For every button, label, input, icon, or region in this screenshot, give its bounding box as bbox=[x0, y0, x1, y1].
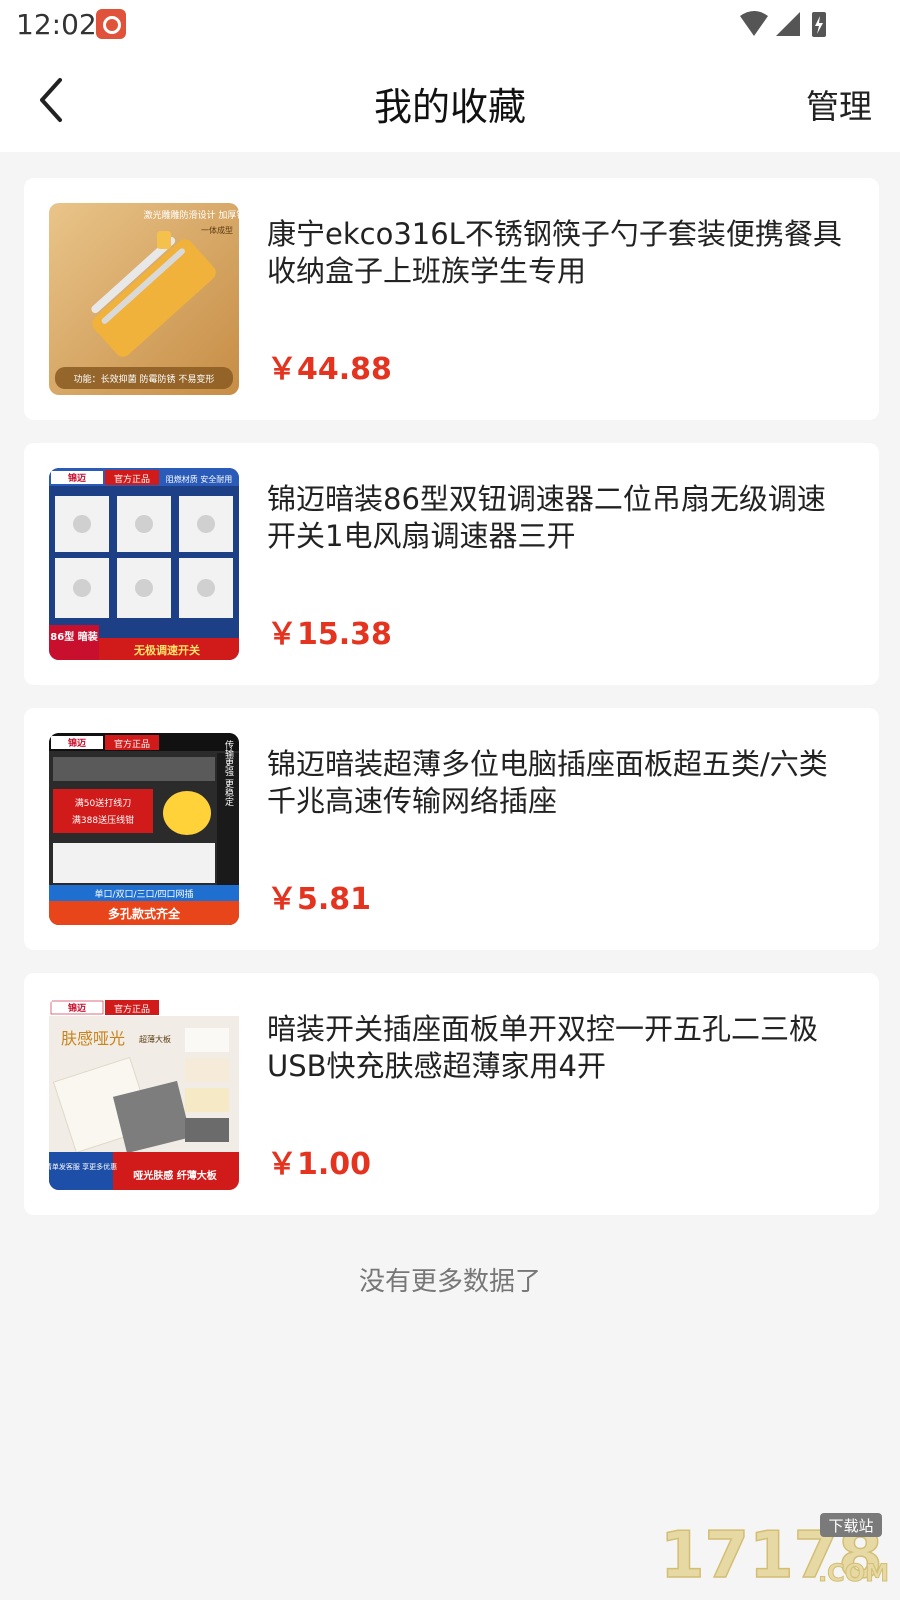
image-caption: 肤感哑光 bbox=[61, 1029, 125, 1048]
product-price: ￥44.88 bbox=[267, 352, 392, 387]
product-price: ￥15.38 bbox=[267, 617, 392, 652]
image-caption: 官方正品 bbox=[114, 473, 150, 485]
product-price: ￥5.81 bbox=[267, 882, 372, 917]
image-caption: 无极调速开关 bbox=[133, 643, 200, 657]
status-bar: 12:02 bbox=[0, 0, 900, 50]
signal-icon bbox=[776, 12, 800, 36]
product-title[interactable]: 康宁ekco316L不锈钢筷子勺子套装便携餐具收纳盒子上班族学生专用 bbox=[267, 216, 847, 290]
product-image[interactable]: 锦迈 官方正品 肤感哑光 超薄大板 清单发客服 享更多优惠 哑光肤感 纤薄大板 bbox=[49, 998, 239, 1190]
favorite-item[interactable]: 锦迈 官方正品 满50送打线刀 满388送压线钳 传输更强 更稳定 单口/双口/… bbox=[24, 708, 879, 950]
favorite-item[interactable]: 锦迈 官方正品 阻燃材质 安全耐用 86型 暗装 无极调速开关 锦迈暗装86型双… bbox=[24, 443, 879, 685]
brand-logo: 锦迈 bbox=[68, 737, 86, 749]
image-caption: 传输更强 更稳定 bbox=[223, 739, 234, 807]
image-caption: 一体成型 bbox=[201, 225, 233, 235]
promo-text: 满50送打线刀 bbox=[75, 797, 131, 809]
brand-logo: 锦迈 bbox=[68, 472, 86, 484]
image-caption: 单口/双口/三口/四口网插 bbox=[94, 888, 193, 900]
brand-logo: 锦迈 bbox=[68, 1002, 86, 1014]
product-title[interactable]: 锦迈暗装超薄多位电脑插座面板超五类/六类千兆高速传输网络插座 bbox=[267, 746, 847, 820]
image-caption: 官方正品 bbox=[114, 738, 150, 750]
page-title: 我的收藏 bbox=[373, 85, 526, 129]
top-nav-bar: 我的收藏 管理 bbox=[0, 50, 900, 152]
image-caption: 超薄大板 bbox=[139, 1034, 171, 1044]
status-time: 12:02 bbox=[16, 8, 97, 41]
image-caption: 官方正品 bbox=[114, 1003, 150, 1015]
product-image[interactable]: 锦迈 官方正品 满50送打线刀 满388送压线钳 传输更强 更稳定 单口/双口/… bbox=[49, 733, 239, 925]
watermark-tag: 下载站 bbox=[828, 1517, 873, 1535]
system-status-icons bbox=[740, 11, 826, 37]
product-title[interactable]: 锦迈暗装86型双钮调速器二位吊扇无级调速开关1电风扇调速器三开 bbox=[267, 481, 847, 555]
promo-text: 满388送压线钳 bbox=[72, 814, 134, 826]
image-caption: 功能：长效抑菌 防霉防锈 不易变形 bbox=[74, 373, 215, 385]
app-notification-icon bbox=[96, 9, 126, 39]
image-caption: 哑光肤感 纤薄大板 bbox=[133, 1169, 217, 1182]
image-caption: 多孔款式齐全 bbox=[108, 906, 181, 921]
image-caption: 激光雕雕防滑设计 加厚钢材 bbox=[144, 209, 239, 221]
no-more-data-text: 没有更多数据了 bbox=[358, 1267, 541, 1297]
wifi-icon bbox=[740, 11, 768, 36]
product-image[interactable]: 激光雕雕防滑设计 加厚钢材 一体成型 功能：长效抑菌 防霉防锈 不易变形 bbox=[49, 203, 239, 395]
watermark-suffix: .COM bbox=[818, 1559, 889, 1587]
image-caption: 阻燃材质 安全耐用 bbox=[166, 474, 233, 484]
product-price: ￥1.00 bbox=[267, 1147, 372, 1182]
product-title[interactable]: 暗装开关插座面板单开双控一开五孔二三极USB快充肤感超薄家用4开 bbox=[267, 1011, 847, 1085]
product-image[interactable]: 锦迈 官方正品 阻燃材质 安全耐用 86型 暗装 无极调速开关 bbox=[49, 468, 239, 660]
site-watermark: 17178 下载站 .COM bbox=[660, 1513, 890, 1594]
image-caption: 86型 暗装 bbox=[50, 630, 97, 643]
favorite-item[interactable]: 锦迈 官方正品 肤感哑光 超薄大板 清单发客服 享更多优惠 哑光肤感 纤薄大板 … bbox=[24, 973, 879, 1215]
favorite-item[interactable]: 激光雕雕防滑设计 加厚钢材 一体成型 功能：长效抑菌 防霉防锈 不易变形 康宁e… bbox=[24, 178, 879, 420]
image-caption: 清单发客服 享更多优惠 bbox=[49, 1162, 117, 1171]
manage-button[interactable]: 管理 bbox=[806, 80, 872, 128]
